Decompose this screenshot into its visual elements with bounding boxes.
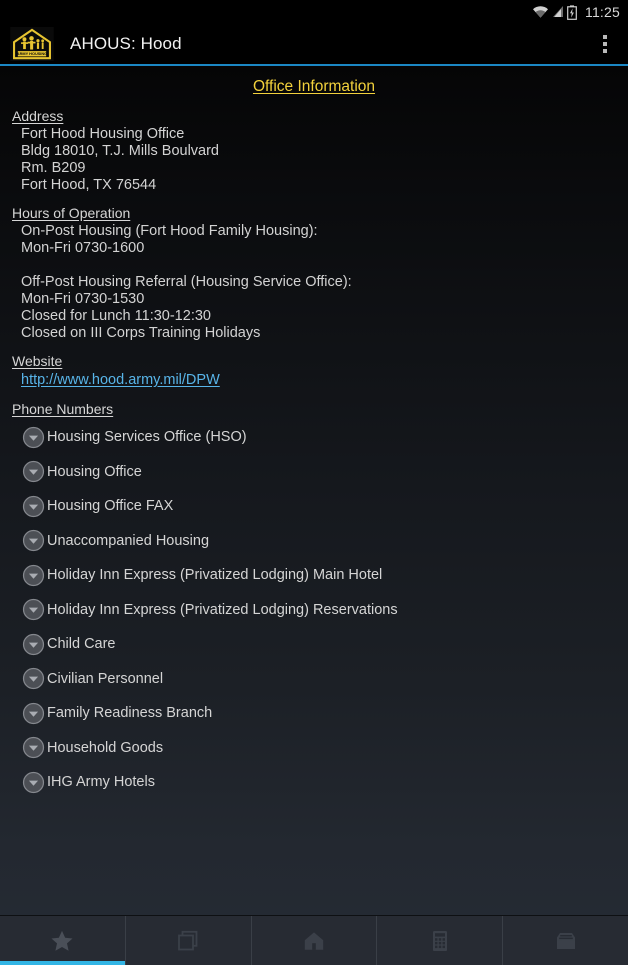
tab-calculator[interactable] xyxy=(377,916,504,965)
content-scroll-area[interactable]: Office Information Address Fort Hood Hou… xyxy=(0,66,628,915)
section-phone-numbers: Phone Numbers Housing Services Office (H… xyxy=(0,401,628,800)
tab-favorites[interactable] xyxy=(0,916,126,965)
address-body: Fort Hood Housing Office Bldg 18010, T.J… xyxy=(12,126,628,194)
hours-line: Off-Post Housing Referral (Housing Servi… xyxy=(21,274,352,290)
tab-active-indicator xyxy=(126,961,251,965)
chevron-down-circle-icon[interactable] xyxy=(22,702,45,725)
list-item-label: Family Readiness Branch xyxy=(47,705,213,722)
inbox-tray-icon xyxy=(556,932,575,949)
list-item[interactable]: Child Care xyxy=(22,627,628,662)
address-heading: Address xyxy=(12,108,64,124)
list-item-label: Housing Office FAX xyxy=(47,498,174,515)
status-bar-clock: 11:25 xyxy=(585,4,620,20)
chevron-down-circle-icon[interactable] xyxy=(22,564,45,587)
tab-pages[interactable] xyxy=(126,916,252,965)
section-hours: Hours of Operation On-Post Housing (Fort… xyxy=(0,205,628,342)
list-item-label: Household Goods xyxy=(47,739,164,756)
list-item[interactable]: Housing Services Office (HSO) xyxy=(22,420,628,455)
hours-line: Mon-Fri 0730-1530 xyxy=(21,291,145,307)
tab-active-indicator xyxy=(503,961,628,965)
svg-text:ARMY HOUSING: ARMY HOUSING xyxy=(17,51,47,56)
website-link[interactable]: http://www.hood.army.mil/DPW xyxy=(21,371,220,390)
app-title: AHOUS: Hood xyxy=(70,34,182,53)
hours-line: Mon-Fri 0730-1600 xyxy=(21,240,145,256)
tab-inbox[interactable] xyxy=(503,916,628,965)
cell-signal-icon xyxy=(553,6,563,17)
action-bar: ARMY HOUSING AHOUS: Hood xyxy=(0,24,628,64)
section-website: Website http://www.hood.army.mil/DPW xyxy=(0,353,628,390)
bottom-tab-bar xyxy=(0,915,628,965)
status-bar-icons: 11:25 xyxy=(532,4,620,20)
tab-active-indicator xyxy=(0,961,125,965)
hours-line: Closed for Lunch 11:30-12:30 xyxy=(21,308,211,324)
house-icon xyxy=(304,931,324,950)
wifi-icon xyxy=(533,6,548,18)
list-item-label: Unaccompanied Housing xyxy=(47,532,210,549)
tab-active-indicator xyxy=(377,961,502,965)
hours-heading: Hours of Operation xyxy=(12,205,131,221)
chevron-down-circle-icon[interactable] xyxy=(22,736,45,759)
ahous-house-logo: ARMY HOUSING xyxy=(10,27,54,61)
chevron-down-circle-icon[interactable] xyxy=(22,460,45,483)
hours-line: On-Post Housing (Fort Hood Family Housin… xyxy=(21,223,318,239)
chevron-down-circle-icon[interactable] xyxy=(22,667,45,690)
status-bar: 11:25 xyxy=(0,0,628,24)
overflow-menu-icon[interactable] xyxy=(588,25,622,63)
app-root: 11:25 ARMY HOUSING AHOUS: Hood Office In… xyxy=(0,0,628,965)
list-item[interactable]: Unaccompanied Housing xyxy=(22,524,628,559)
website-heading: Website xyxy=(12,353,63,369)
list-item[interactable]: Family Readiness Branch xyxy=(22,696,628,731)
chevron-down-circle-icon[interactable] xyxy=(22,426,45,449)
page-title: Office Information xyxy=(252,78,376,95)
battery-charging-icon xyxy=(567,4,577,20)
list-item[interactable]: Household Goods xyxy=(22,731,628,766)
chevron-down-circle-icon[interactable] xyxy=(22,633,45,656)
list-item[interactable]: Holiday Inn Express (Privatized Lodging)… xyxy=(22,558,628,593)
website-body: http://www.hood.army.mil/DPW xyxy=(12,371,628,390)
chevron-down-circle-icon[interactable] xyxy=(22,598,45,621)
tab-home[interactable] xyxy=(252,916,378,965)
list-item-label: IHG Army Hotels xyxy=(47,774,155,791)
hours-body: On-Post Housing (Fort Hood Family Housin… xyxy=(12,223,628,342)
list-item-label: Housing Services Office (HSO) xyxy=(47,429,247,446)
list-item[interactable]: Civilian Personnel xyxy=(22,662,628,697)
list-item[interactable]: IHG Army Hotels xyxy=(22,765,628,800)
list-item[interactable]: Housing Office FAX xyxy=(22,489,628,524)
star-icon xyxy=(51,930,73,951)
list-item-label: Holiday Inn Express (Privatized Lodging)… xyxy=(47,567,383,584)
address-line: Fort Hood, TX 76544 xyxy=(21,177,157,193)
list-item[interactable]: Housing Office xyxy=(22,455,628,490)
phone-numbers-heading: Phone Numbers xyxy=(12,401,114,417)
hours-line: Closed on III Corps Training Holidays xyxy=(21,325,261,341)
list-item-label: Child Care xyxy=(47,636,116,653)
address-line: Bldg 18010, T.J. Mills Boulvard xyxy=(21,143,220,159)
hours-line-blank xyxy=(21,257,628,274)
list-item[interactable]: Holiday Inn Express (Privatized Lodging)… xyxy=(22,593,628,628)
address-line: Rm. B209 xyxy=(21,160,86,176)
chevron-down-circle-icon[interactable] xyxy=(22,771,45,794)
list-item-label: Civilian Personnel xyxy=(47,670,164,687)
phone-numbers-list: Housing Services Office (HSO) Housing Of… xyxy=(12,420,628,800)
section-address: Address Fort Hood Housing Office Bldg 18… xyxy=(0,108,628,194)
chevron-down-circle-icon[interactable] xyxy=(22,495,45,518)
list-item-label: Holiday Inn Express (Privatized Lodging)… xyxy=(47,601,398,618)
address-line: Fort Hood Housing Office xyxy=(21,126,185,142)
calculator-icon xyxy=(432,930,447,951)
copy-pages-icon xyxy=(178,930,198,950)
chevron-down-circle-icon[interactable] xyxy=(22,529,45,552)
list-item-label: Housing Office xyxy=(47,463,142,480)
tab-active-indicator xyxy=(252,961,377,965)
